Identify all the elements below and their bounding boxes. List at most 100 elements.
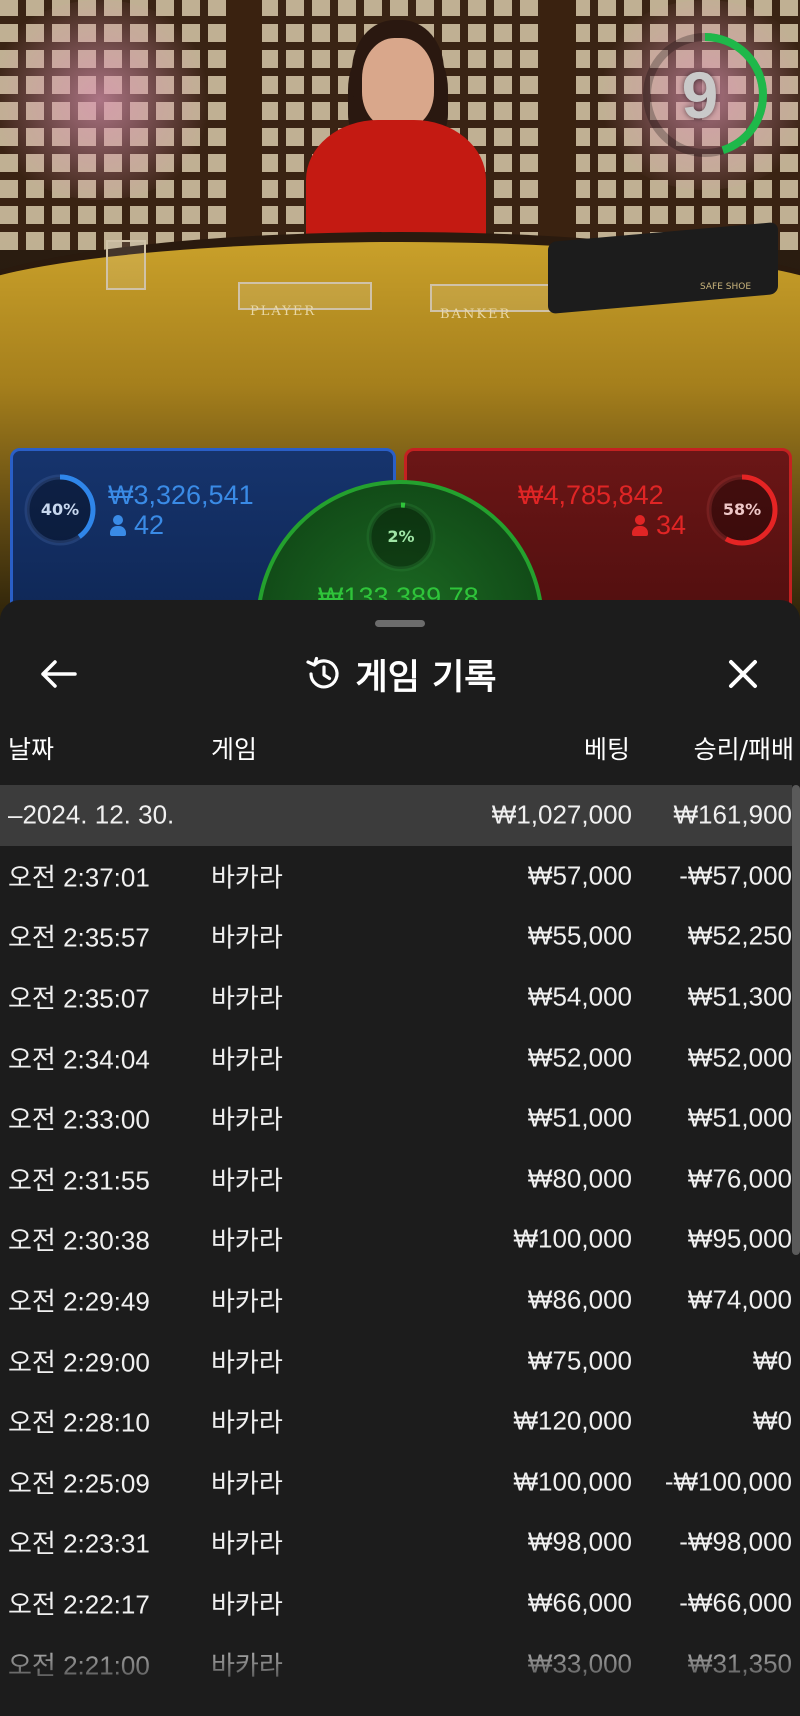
table-row[interactable]: 오전 2:22:17 바카라 ₩66,000 -₩66,000 [0,1573,792,1634]
row-time: 오전 2:35:57 [8,922,150,953]
table-row[interactable]: 오전 2:31:55 바카라 ₩80,000 ₩76,000 [0,1149,792,1210]
row-bet: ₩100,000 [513,1223,632,1254]
row-game: 바카라 [211,1528,283,1559]
table-row[interactable]: 오전 2:34:04 바카라 ₩52,000 ₩52,000 [0,1027,792,1088]
history-table: –2024. 12. 30. ₩1,027,000 ₩161,900 오전 2:… [0,785,792,1694]
row-result: ₩0 [753,1345,792,1376]
dealer-head [362,38,434,128]
row-game: 바카라 [211,1407,283,1438]
row-result: ₩76,000 [687,1163,792,1194]
table-row[interactable]: 오전 2:28:10 바카라 ₩120,000 ₩0 [0,1391,792,1452]
tie-percent: 2% [387,527,415,546]
column-header-date[interactable]: 날짜 [8,730,54,766]
row-bet: ₩55,000 [527,920,632,951]
player-count: 42 [110,510,164,541]
row-game: 바카라 [211,1165,283,1196]
row-game: 바카라 [211,1104,283,1135]
row-time: 오전 2:37:01 [8,862,150,893]
row-bet: ₩57,000 [527,860,632,891]
banker-count-value: 34 [656,510,687,540]
table-row[interactable]: 오전 2:23:31 바카라 ₩98,000 -₩98,000 [0,1512,792,1573]
column-header-result[interactable]: 승리/패배 [694,730,794,766]
banker-amount: ₩4,785,842 [518,480,664,510]
row-time: 오전 2:35:07 [8,983,150,1014]
close-button[interactable] [713,644,773,704]
row-game: 바카라 [211,1286,283,1317]
row-time: 오전 2:28:10 [8,1407,150,1438]
row-result: -₩57,000 [679,860,792,891]
game-history-sheet: 게임 기록 날짜 게임 베팅 승리/패배 –2024. 12. 30. ₩1,0… [0,600,800,1716]
scrollbar[interactable] [792,785,800,1255]
sheet-drag-handle[interactable] [375,620,425,627]
row-result: ₩52,000 [687,1042,792,1073]
banker-percent: 58% [722,500,762,519]
table-row[interactable]: 오전 2:29:00 바카라 ₩75,000 ₩0 [0,1330,792,1391]
row-time: 오전 2:21:00 [8,1650,150,1681]
table-row[interactable]: 오전 2:33:00 바카라 ₩51,000 ₩51,000 [0,1088,792,1149]
discard-holder [106,240,146,290]
row-bet: ₩51,000 [527,1102,632,1133]
pillar [540,0,576,250]
player-percent: 40% [40,500,80,519]
row-game: 바카라 [211,1225,283,1256]
group-bet-total: ₩1,027,000 [491,799,632,830]
table-row[interactable]: 오전 2:21:00 바카라 ₩33,000 ₩31,350 [0,1633,792,1694]
row-result: ₩52,250 [687,920,792,951]
row-game: 바카라 [211,922,283,953]
row-game: 바카라 [211,862,283,893]
row-result: ₩51,000 [687,1102,792,1133]
table-row[interactable]: 오전 2:35:57 바카라 ₩55,000 ₩52,250 [0,906,792,967]
row-game: 바카라 [211,1650,283,1681]
pillar [226,0,262,250]
row-result: ₩95,000 [687,1223,792,1254]
row-bet: ₩33,000 [527,1648,632,1679]
shoe-logo: SAFE SHOE [700,282,752,292]
row-bet: ₩75,000 [527,1345,632,1376]
row-game: 바카라 [211,983,283,1014]
row-time: 오전 2:22:17 [8,1589,150,1620]
row-game: 바카라 [211,1468,283,1499]
row-bet: ₩66,000 [527,1587,632,1618]
table-row[interactable]: 오전 2:30:38 바카라 ₩100,000 ₩95,000 [0,1209,792,1270]
row-result: -₩100,000 [664,1466,792,1497]
table-row[interactable]: 오전 2:35:07 바카라 ₩54,000 ₩51,300 [0,967,792,1028]
column-header-bet[interactable]: 베팅 [584,730,630,766]
row-result: ₩74,000 [687,1284,792,1315]
row-result: ₩31,350 [687,1648,792,1679]
row-time: 오전 2:25:09 [8,1468,150,1499]
date-group-row[interactable]: –2024. 12. 30. ₩1,027,000 ₩161,900 [0,785,792,846]
group-result-total: ₩161,900 [673,799,792,830]
row-result: -₩98,000 [679,1526,792,1557]
banker-box-label: BANKER [440,307,512,322]
player-count-value: 42 [134,510,165,540]
row-bet: ₩52,000 [527,1042,632,1073]
row-time: 오전 2:33:00 [8,1104,150,1135]
column-header-game[interactable]: 게임 [211,730,257,766]
row-game: 바카라 [211,1589,283,1620]
row-bet: ₩98,000 [527,1526,632,1557]
table-row[interactable]: 오전 2:29:49 바카라 ₩86,000 ₩74,000 [0,1270,792,1331]
close-icon [729,660,757,688]
user-icon [632,514,648,537]
row-time: 오전 2:31:55 [8,1165,150,1196]
banker-count: 34 [632,510,686,541]
player-box-label: PLAYER [250,304,317,319]
group-date: –2024. 12. 30. [8,799,175,830]
sheet-title: 게임 기록 [355,657,497,698]
row-time: 오전 2:29:49 [8,1286,150,1317]
row-game: 바카라 [211,1044,283,1075]
table-row[interactable]: 오전 2:25:09 바카라 ₩100,000 -₩100,000 [0,1452,792,1513]
row-result: ₩0 [753,1405,792,1436]
row-bet: ₩120,000 [513,1405,632,1436]
row-result: -₩66,000 [679,1587,792,1618]
table-row[interactable]: 오전 2:37:01 바카라 ₩57,000 -₩57,000 [0,846,792,907]
row-time: 오전 2:29:00 [8,1347,150,1378]
history-icon [305,656,339,689]
player-amount: ₩3,326,541 [108,480,254,510]
row-bet: ₩86,000 [527,1284,632,1315]
row-bet: ₩80,000 [527,1163,632,1194]
user-icon [110,514,126,537]
row-game: 바카라 [211,1347,283,1378]
row-time: 오전 2:23:31 [8,1528,150,1559]
row-time: 오전 2:30:38 [8,1225,150,1256]
